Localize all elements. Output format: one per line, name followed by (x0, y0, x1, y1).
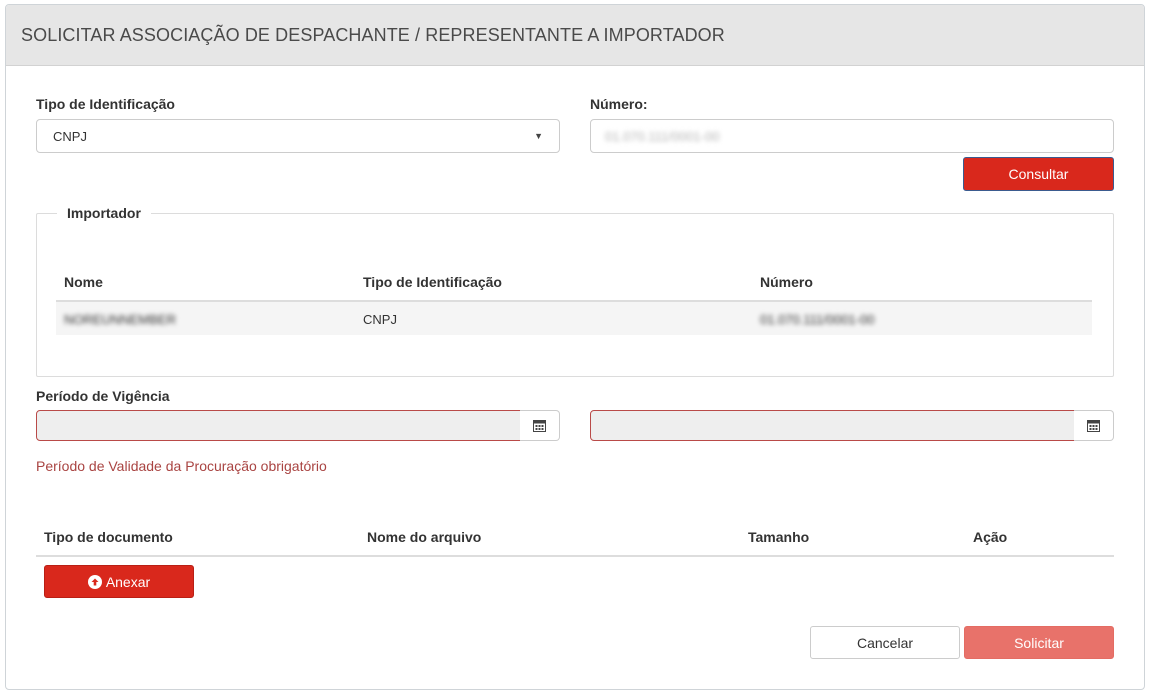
importador-legend: Importador (67, 205, 141, 221)
consultar-button[interactable]: Consultar (963, 157, 1114, 191)
calendar-icon (533, 420, 546, 432)
anexar-label: Anexar (105, 573, 151, 590)
row-nome: NOREUNNEMBER (64, 312, 176, 327)
vigencia-end-calendar-button[interactable] (1074, 410, 1114, 441)
tipo-identificacao-select[interactable]: CNPJ ▼ (36, 119, 560, 153)
vigencia-end-input[interactable] (590, 410, 1075, 441)
tipo-identificacao-value: CNPJ (53, 128, 87, 144)
col-tipo-documento-header: Tipo de documento (44, 529, 173, 545)
documents-table-divider (36, 555, 1114, 557)
cancel-button[interactable]: Cancelar (810, 626, 960, 659)
col-tamanho-header: Tamanho (748, 529, 810, 545)
col-acao-header: Ação (973, 529, 1008, 545)
page-title: SOLICITAR ASSOCIAÇÃO DE DESPACHANTE / RE… (21, 24, 725, 45)
upload-circle-icon (87, 574, 102, 589)
numero-label: Número: (590, 96, 648, 112)
table-row (56, 302, 1092, 335)
col-tipo-header: Tipo de Identificação (363, 274, 502, 290)
importador-fieldset: Importador (36, 205, 1114, 377)
col-numero-header: Número (760, 274, 813, 290)
vigencia-start-calendar-button[interactable] (520, 410, 560, 441)
row-numero: 01.070.111/0001-00 (760, 312, 875, 327)
calendar-icon (1087, 420, 1100, 432)
numero-input[interactable]: 01.070.111/0001-00 (590, 119, 1114, 153)
col-nome-arquivo-header: Nome do arquivo (367, 529, 482, 545)
tipo-identificacao-label: Tipo de Identificação (36, 96, 175, 112)
vigencia-start-input[interactable] (36, 410, 521, 441)
solicitar-button[interactable]: Solicitar (964, 626, 1114, 659)
row-tipo: CNPJ (363, 312, 397, 327)
periodo-vigencia-label: Período de Vigência (36, 388, 170, 404)
caret-down-icon: ▼ (534, 131, 543, 141)
vigencia-error-message: Período de Validade da Procuração obriga… (36, 458, 327, 474)
panel-heading: SOLICITAR ASSOCIAÇÃO DE DESPACHANTE / RE… (6, 5, 1144, 66)
anexar-button[interactable]: Anexar (44, 565, 194, 598)
col-nome-header: Nome (64, 274, 103, 290)
numero-value: 01.070.111/0001-00 (605, 128, 720, 144)
